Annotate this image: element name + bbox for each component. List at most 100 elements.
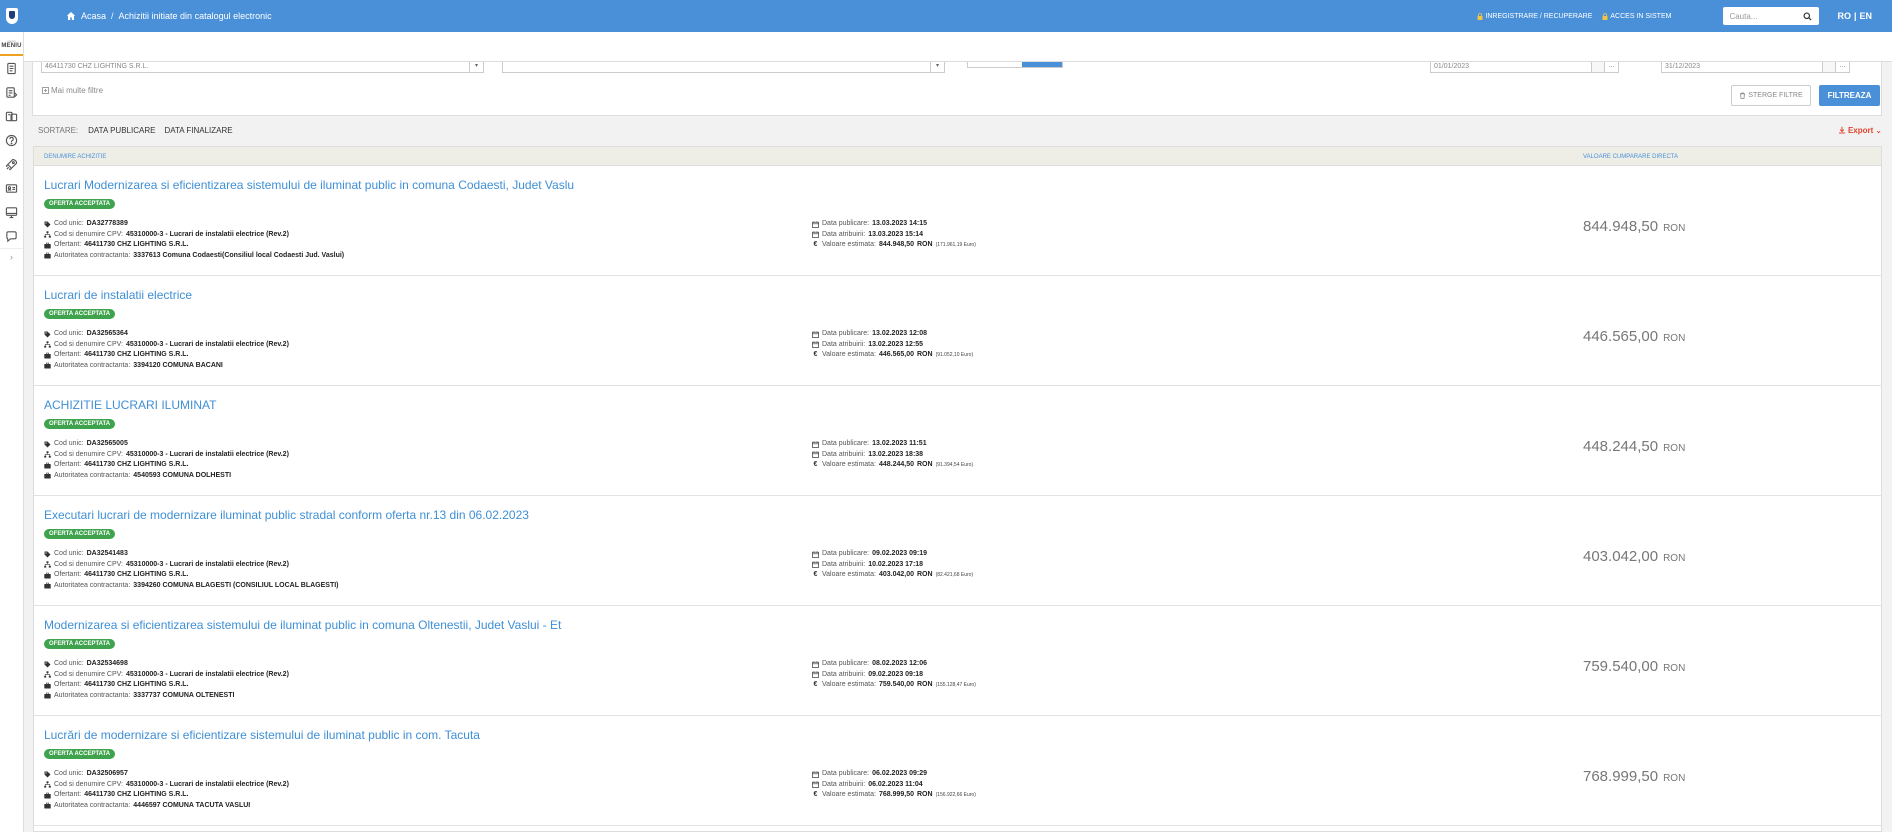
bidder-label: Ofertant: [54,571,82,578]
acquisition-title-link[interactable]: Lucrari de instalatii electrice [44,288,192,302]
filter-toggle[interactable] [967,62,1063,68]
apply-filters-button[interactable]: FILTREAZA [1819,85,1880,106]
acquisition-title-link[interactable]: Executari lucrari de modernizare ilumina… [44,508,529,522]
search-box [1723,7,1820,25]
secondary-filter-select[interactable]: ▾ [502,62,945,73]
authority-line: Autoritatea contractanta: 3394260 COMUNA… [44,581,339,592]
publish-date-label: Data publicare: [822,660,870,667]
price-amount: 768.999,50 [1583,768,1659,785]
chevron-down-icon: ⌄ [1875,125,1882,135]
estimated-euro-value: (91.394,54 Euro) [935,462,974,468]
acquisition-title-link[interactable]: Lucrări de modernizare si eficientizare … [44,728,480,742]
export-button[interactable]: Export ⌄ [1838,118,1882,142]
price-currency: RON [1663,223,1686,234]
award-date-label: Data atribuirii: [822,450,866,458]
register-link-label: INREGISTRARE / RECUPERARE [1485,12,1593,20]
expand-rail-chevron-icon[interactable]: › [0,248,23,264]
catalog-icon[interactable] [0,104,23,128]
bidder-value: 46411730 CHZ LIGHTING S.R.L. [84,241,189,248]
search-icon[interactable] [1803,11,1812,21]
unique-code-line: Cod unic: DA32506957 [44,769,289,780]
publish-date-line: Data publicare: 13.03.2023 14:15 [812,219,976,230]
cpv-value: 45310000-3 - Lucrari de instalatii elect… [126,780,289,788]
site-logo[interactable] [0,0,24,32]
acquisition-title-link[interactable]: Modernizarea si eficientizarea sistemulu… [44,618,561,632]
monitor-icon[interactable] [0,200,23,224]
menu-button[interactable]: meniu MENIU [0,34,23,56]
sort-by-publish-date[interactable]: DATA PUBLICARE [88,126,155,135]
publish-date-line: Data publicare: 13.02.2023 12:08 [812,329,973,340]
briefcase-icon [44,572,51,579]
bidder-line: Ofertant: 46411730 CHZ LIGHTING S.R.L. [44,350,289,361]
estimated-euro-value: (82.421,68 Euro) [935,572,974,578]
authority-line: Autoritatea contractanta: 3337737 COMUNA… [44,691,289,702]
award-date-label: Data atribuirii: [822,560,866,568]
unique-code-label: Cod unic: [54,550,84,557]
authority-value: 3337613 Comuna Codaesti(Consiliul local … [133,251,345,259]
bidder-line: Ofertant: 46411730 CHZ LIGHTING S.R.L. [44,680,289,691]
sub-header [24,32,1892,62]
left-rail: meniu MENIU › [0,0,24,832]
unique-code-value: DA32565005 [86,440,128,447]
sort-by-end-date[interactable]: DATA FINALIZARE [164,126,232,135]
acquisition-dates: Data publicare: 09.02.2023 09:19 Data at… [812,549,973,581]
supplier-filter-select[interactable]: 46411730 CHZ LIGHTING S.R.L. ▾ [41,62,484,73]
price-currency: RON [1663,333,1686,344]
status-badge: OFERTA ACCEPTATA [44,639,116,649]
publish-date-line: Data publicare: 08.02.2023 12:06 [812,659,976,670]
unique-code-line: Cod unic: DA32541483 [44,549,339,560]
login-link[interactable]: ACCES IN SISTEM [1602,13,1671,20]
sort-bar: SORTARE: DATA PUBLICARE DATA FINALIZARE … [32,118,1882,142]
price-amount: 448.244,50 [1583,438,1659,455]
acquisition-title-link[interactable]: Lucrari Modernizarea si eficientizarea s… [44,178,574,192]
award-date-value: 09.02.2023 09:18 [868,670,924,678]
acquisition-title-link[interactable]: ACHIZITIE LUCRARI ILUMINAT [44,398,216,412]
plus-square-icon [42,87,49,94]
calendar-icon[interactable] [1822,62,1835,72]
acquisition-details: Cod unic: DA32534698 Cod si denumire CPV… [44,659,289,701]
briefcase-icon [44,582,51,589]
help-icon[interactable] [0,128,23,152]
chat-icon[interactable] [0,224,23,248]
calendar-icon [812,231,819,239]
unique-code-label: Cod unic: [54,660,84,667]
date-from-input[interactable]: 01/01/2023 … [1430,62,1619,73]
clear-filters-button[interactable]: STERGE FILTRE [1731,85,1811,106]
cpv-label: Cod si denumire CPV: [54,670,123,678]
publish-date-value: 09.02.2023 09:19 [872,550,927,557]
rocket-icon[interactable] [0,152,23,176]
estimated-value-label: Valoare estimata: [822,791,876,798]
acquisition-details: Cod unic: DA32541483 Cod si denumire CPV… [44,549,339,591]
date-to-input[interactable]: 31/12/2023 … [1661,62,1850,73]
estimated-value-line: € Valoare estimata: 768.999,50 RON (156.… [812,790,976,801]
search-input[interactable] [1729,11,1804,21]
estimated-value: 768.999,50 [878,791,914,798]
estimated-value: 448.244,50 [878,461,914,468]
calendar-icon[interactable] [1591,62,1604,72]
column-header-value[interactable]: VALOARE CUMPARARE DIRECTA [1583,154,1678,160]
publish-date-value: 13.03.2023 14:15 [872,220,927,227]
register-link[interactable]: INREGISTRARE / RECUPERARE [1477,13,1592,20]
unique-code-line: Cod unic: DA32778389 [44,219,344,230]
clear-date-icon[interactable]: … [1604,62,1618,72]
estimated-euro-suffix: Euro [963,682,975,688]
award-date-value: 10.02.2023 17:18 [868,560,924,568]
tag-icon [44,771,51,778]
calendar-icon [812,441,819,448]
lang-ro[interactable]: RO [1837,11,1851,21]
tag-icon [44,551,51,558]
clear-date-icon[interactable]: … [1835,62,1849,72]
list-edit-icon[interactable] [0,80,23,104]
estimated-value-line: € Valoare estimata: 448.244,50 RON (91.3… [812,460,974,471]
more-filters-link[interactable]: Mai multe filtre [42,86,103,95]
briefcase-icon [44,362,51,369]
lang-en[interactable]: EN [1859,11,1872,21]
id-card-icon[interactable] [0,176,23,200]
column-header-name[interactable]: DENUMIRE ACHIZITIE [44,154,106,160]
acquisition-details: Cod unic: DA32506957 Cod si denumire CPV… [44,769,289,811]
award-date-line: Data atribuirii: 13.03.2023 15:14 [812,230,976,241]
document-icon[interactable] [0,56,23,80]
calendar-icon [812,781,819,789]
breadcrumb: Acasa / Achizitii initiate din catalogul… [66,0,272,32]
breadcrumb-home-link[interactable]: Acasa [81,11,106,21]
